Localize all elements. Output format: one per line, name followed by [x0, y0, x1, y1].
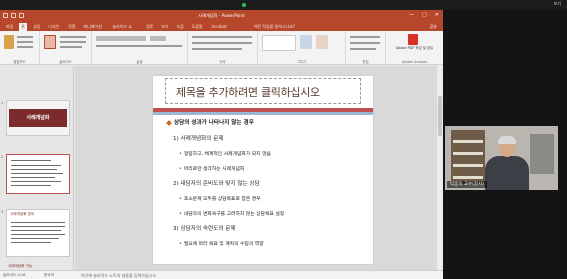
accent-bar — [153, 112, 373, 115]
speaker-name-tag: 박종욱 교수(강사) — [447, 181, 487, 188]
sub-bullet-item: 필요에 따라 목표 및 계획의 수립의 역량 — [179, 240, 264, 247]
sub-bullet-item: 내담자의 변화욕구를 고려하지 않는 상담목표 설정 — [179, 210, 284, 217]
window-controls: — □ ✕ — [409, 13, 439, 18]
tab-8[interactable]: 보기 — [159, 23, 170, 31]
tab-5[interactable]: 애니메이션 — [81, 23, 103, 31]
tab-4[interactable]: 전환 — [66, 23, 77, 31]
slide-thumbnail-1[interactable]: 1 사례개념화 — [1, 100, 70, 136]
title-placeholder-text: 제목을 추가하려면 클릭하십시오 — [176, 86, 320, 99]
bullet-item: 2) 내담자의 준비도와 맞지 않는 상담 — [173, 179, 260, 187]
tab-9[interactable]: 녹음 — [174, 23, 185, 31]
clipboard-group: 클립보드 — [0, 31, 40, 65]
bullet-text: 3) 상담자의 숙련도의 문제 — [173, 226, 236, 232]
diamond-bullet-icon — [166, 119, 172, 126]
tab-2[interactable]: 삽입 — [31, 23, 42, 31]
thumbnail-title: 사례개념화 — [26, 115, 50, 121]
notes-pane[interactable]: 여기에 슬라이드 노트의 내용을 입력하십시오 — [75, 270, 443, 279]
maximize-icon[interactable]: □ — [422, 13, 427, 18]
paste-icon[interactable] — [4, 35, 14, 49]
bullet-text: 1) 사례개념화의 문제 — [173, 136, 224, 142]
powerpoint-window: 사례개념화 - PowerPoint — □ ✕ 공유 파일 홈 삽입 디자인 전환 애니… — [0, 10, 443, 279]
new-slide-icon[interactable] — [44, 35, 56, 49]
tab-0[interactable]: 파일 — [4, 23, 15, 31]
tab-1[interactable]: 홈 — [19, 23, 27, 31]
quick-styles-icon[interactable] — [316, 35, 328, 49]
group-label: 편집 — [362, 60, 369, 64]
acrobat-button-label[interactable]: Adobe PDF 작성 및 공유 — [388, 46, 441, 50]
slides-group: 슬라이드 — [40, 31, 92, 65]
bullet-text: 2) 내담자의 준비도와 맞지 않는 상담 — [173, 181, 260, 187]
drawing-group: 그리기 — [258, 31, 346, 65]
editing-group: 편집 — [346, 31, 386, 65]
slide-number: 1 — [1, 101, 4, 105]
slide-thumbnail-3[interactable]: 3 사례개념화 정의 — [1, 209, 70, 257]
speaker-hair — [498, 136, 516, 144]
speaker-torso — [485, 156, 529, 190]
group-label: 글꼴 — [136, 60, 143, 64]
title-bar: 사례개념화 - PowerPoint — □ ✕ — [0, 10, 443, 22]
connection-indicator-icon — [242, 3, 246, 7]
slide-canvas: 제목을 추가하려면 클릭하십시오 상담의 성과가 나타나지 않는 경우 1) 사례… — [75, 66, 443, 270]
bullet-text: 정립하고, 체계적인 사례개념화가 되지 않음 — [183, 152, 271, 157]
bullet-text: 머리로만 생각하는 사례개념화 — [183, 166, 245, 172]
close-icon[interactable]: ✕ — [435, 13, 439, 18]
slide-counter: 슬라이드 2/16 — [3, 273, 26, 277]
paragraph-group: 단락 — [188, 31, 258, 65]
screen: 보기 사례개념화 - PowerPoint — □ ✕ 공유 파일 홈 삽입 디자인 전… — [0, 0, 567, 279]
font-group: 글꼴 — [92, 31, 188, 65]
bullet-text: 내담자의 변화욕구를 고려하지 않는 상담목표 설정 — [183, 211, 285, 217]
vertical-scrollbar[interactable] — [437, 66, 443, 270]
ribbon: 클립보드 슬라이드 글꼴 단락 그리기 편집 Adobe PDF 작성 및 공유… — [0, 31, 443, 65]
books — [530, 134, 554, 174]
slide-thumbnail-2[interactable]: 2 — [1, 154, 70, 194]
thumbnail-title: 사례개념화 정의 — [10, 212, 35, 216]
bullet-item: 1) 사례개념화의 문제 — [173, 134, 223, 142]
bookshelf — [451, 130, 485, 184]
shapes-gallery-icon[interactable] — [262, 35, 296, 51]
adobe-pdf-icon[interactable] — [408, 34, 418, 45]
tab-3[interactable]: 디자인 — [46, 23, 61, 31]
slide[interactable]: 제목을 추가하려면 클릭하십시오 상담의 성과가 나타나지 않는 경우 1) 사례… — [153, 76, 373, 264]
view-button[interactable]: 보기 — [554, 1, 561, 7]
speaker-video[interactable]: 박종욱 교수(강사) — [445, 126, 558, 190]
bullet-item: 3) 상담자의 숙련도의 문제 — [173, 224, 236, 232]
minimize-icon[interactable]: — — [409, 13, 414, 18]
bullet-text: 필요에 따라 목표 및 계획의 수립의 역량 — [183, 242, 264, 247]
tell-me-search[interactable]: 어떤 작업을 원하시나요? — [252, 23, 297, 31]
sub-bullet-item: 호소문제 모두를 상담목표로 잡은 경우 — [179, 195, 261, 202]
sub-bullet-item: 머리로만 생각하는 사례개념화 — [179, 165, 244, 172]
ribbon-tabs: 공유 파일 홈 삽입 디자인 전환 애니메이션 슬라이드 쇼 검토 보기 녹음 도움말 Acrobat… — [0, 22, 443, 31]
tab-11[interactable]: Acrobat — [209, 23, 228, 31]
tab-7[interactable]: 검토 — [144, 23, 155, 31]
slide-number: 2 — [1, 155, 4, 159]
tab-6[interactable]: 슬라이드 쇼 — [110, 23, 134, 31]
tab-10[interactable]: 도움말 — [190, 23, 205, 31]
bullet-text: 상담의 성과가 나타나지 않는 경우 — [174, 120, 254, 126]
language-indicator: 한국어 — [44, 273, 54, 277]
slide-thumbnail-4-label[interactable]: 사례개념화 기능 — [8, 264, 32, 269]
scrollbar-thumb[interactable] — [438, 96, 442, 136]
acrobat-group: Adobe PDF 작성 및 공유 Adobe Acrobat — [386, 31, 443, 65]
group-label: 클립보드 — [13, 60, 26, 64]
slide-number: 3 — [1, 210, 4, 214]
arrange-icon[interactable] — [300, 35, 312, 49]
sub-bullet-item: 정립하고, 체계적인 사례개념화가 되지 않음 — [179, 150, 271, 157]
notes-placeholder: 여기에 슬라이드 노트의 내용을 입력하십시오 — [81, 273, 157, 278]
group-label: 슬라이드 — [59, 60, 72, 64]
group-label: Adobe Acrobat — [402, 60, 427, 64]
status-bar: 슬라이드 2/16 한국어 — [0, 270, 75, 279]
window-title: 사례개념화 - PowerPoint — [198, 13, 245, 18]
bullet-heading: 상담의 성과가 나타나지 않는 경우 — [166, 118, 254, 126]
title-placeholder[interactable]: 제목을 추가하려면 클릭하십시오 — [165, 78, 361, 104]
bullet-text: 호소문제 모두를 상담목표로 잡은 경우 — [183, 197, 261, 202]
share-button[interactable]: 공유 — [430, 23, 437, 31]
group-label: 단락 — [219, 60, 226, 64]
meeting-top-bar: 보기 — [0, 0, 567, 10]
group-label: 그리기 — [296, 60, 307, 64]
slide-thumbnail-pane[interactable]: 1 사례개념화 2 3 사례개념화 정의 사례개념화 기능 — [0, 66, 74, 270]
title-band: 사례개념화 — [9, 109, 67, 127]
